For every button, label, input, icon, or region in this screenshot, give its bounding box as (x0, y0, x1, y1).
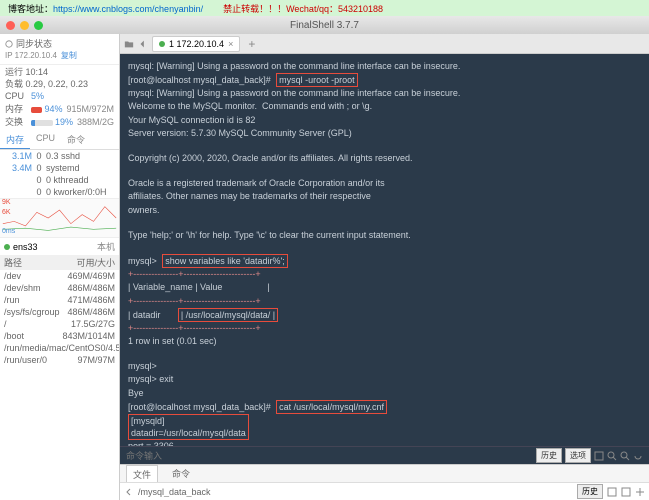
sync-icon (5, 40, 13, 48)
maximize-window[interactable] (34, 21, 43, 30)
tab-files[interactable]: 文件 (126, 465, 158, 483)
terminal[interactable]: mysql: [Warning] Using a password on the… (120, 54, 649, 446)
proc-tabs[interactable]: 内存CPU命令 (0, 131, 119, 150)
net-iface: ens33 (13, 242, 38, 252)
copy-button[interactable]: 复制 (61, 51, 77, 60)
close-tab-icon[interactable]: × (228, 39, 233, 49)
sync-status: 同步状态 (16, 37, 52, 50)
zoom-in-icon[interactable] (607, 451, 617, 461)
p2-icon[interactable] (621, 487, 631, 497)
process-list: 3.1M00.3 sshd 3.4M0systemd 00 kthreadd 0… (0, 150, 119, 198)
header-banner: 博客地址：https://www.cnblogs.com/chenyanbin/… (0, 0, 649, 16)
command-input[interactable] (126, 451, 536, 461)
tab-cmd[interactable]: 命令 (166, 465, 196, 482)
back-icon[interactable] (138, 39, 148, 49)
path-history-button[interactable]: 历史 (577, 484, 603, 499)
zoom-out-icon[interactable] (620, 451, 630, 461)
blog-link[interactable]: https://www.cnblogs.com/chenyanbin/ (53, 4, 203, 14)
path-input[interactable] (138, 487, 573, 497)
options-button[interactable]: 选项 (565, 448, 591, 463)
mem-pct: 94% (44, 104, 64, 116)
swap-pct: 19% (55, 117, 75, 129)
path-bar: 历史 (120, 482, 649, 500)
new-tab-button[interactable]: + (244, 37, 259, 51)
net-status-icon (4, 244, 10, 250)
tab-bar: 1 172.20.10.4× + (120, 34, 649, 54)
t1-icon[interactable] (594, 451, 604, 461)
disk-list: 路径可用/大小 /dev469M/469M /dev/shm486M/486M … (0, 255, 119, 366)
window-titlebar: FinalShell 3.7.7 (0, 16, 649, 34)
sidebar: 同步状态 IP 172.20.10.4 复制 运行 10:14 负载 0.29, … (0, 34, 120, 500)
refresh-icon[interactable] (633, 451, 643, 461)
p3-icon[interactable] (635, 487, 645, 497)
minimize-window[interactable] (20, 21, 29, 30)
close-window[interactable] (6, 21, 15, 30)
network-chart: 9K 6K 0ms (0, 198, 119, 238)
ip-address: IP 172.20.10.4 (5, 51, 57, 60)
uptime: 运行 10:14 (5, 67, 114, 79)
history-button[interactable]: 历史 (536, 448, 562, 463)
load-avg: 负载 0.29, 0.22, 0.23 (5, 79, 114, 91)
folder-icon[interactable] (124, 39, 134, 49)
command-input-bar: 历史 选项 (120, 446, 649, 464)
bottom-tabs: 文件 命令 (120, 464, 649, 482)
window-title: FinalShell 3.7.7 (290, 20, 359, 31)
banner-warning: 禁止转载！！！Wechat/qq：543210188 (223, 2, 383, 15)
back-arrow-icon[interactable] (124, 487, 134, 497)
p1-icon[interactable] (607, 487, 617, 497)
cpu-pct: 5% (31, 91, 51, 103)
session-tab[interactable]: 1 172.20.10.4× (152, 36, 240, 52)
